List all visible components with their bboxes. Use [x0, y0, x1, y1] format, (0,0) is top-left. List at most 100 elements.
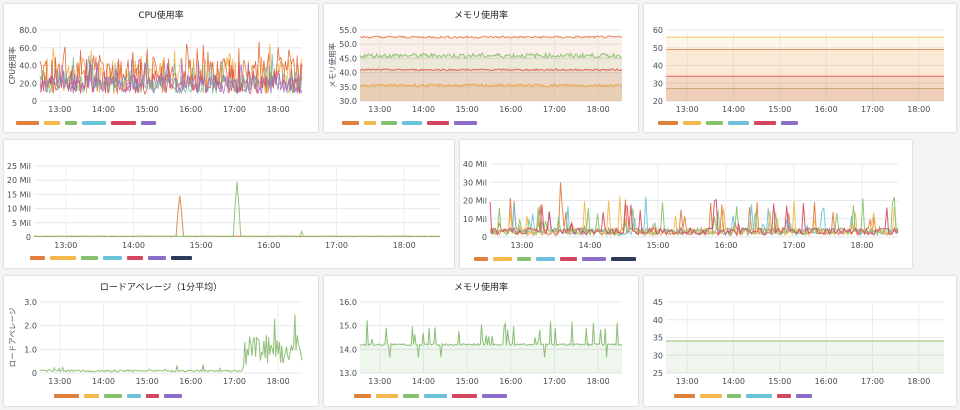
x-tick-label: 17:00 — [861, 377, 884, 386]
legend-swatch[interactable] — [127, 256, 143, 260]
legend-swatch[interactable] — [364, 121, 376, 125]
legend-swatch[interactable] — [796, 394, 812, 398]
y-tick-label: 20 Mil — [7, 176, 31, 185]
legend-swatch[interactable] — [81, 256, 98, 260]
y-tick-label: 20 — [653, 97, 663, 106]
y-tick-label: 35 — [653, 334, 663, 343]
y-tick-label: 30 — [653, 351, 663, 360]
x-tick-label: 18:00 — [267, 377, 290, 386]
legend-swatch[interactable] — [127, 394, 141, 398]
x-tick-label: 14:00 — [412, 105, 435, 114]
legend-swatch[interactable] — [452, 394, 477, 398]
legend-swatch[interactable] — [148, 256, 166, 260]
series-line — [33, 181, 441, 238]
legend-swatch[interactable] — [746, 394, 772, 398]
legend-swatch[interactable] — [30, 256, 45, 260]
load-average-panel[interactable]: ロードアベレージ（1分平均） 0 1.0 2.0 3.0 13:00 14:00 15:00… — [3, 275, 319, 407]
legend-swatch[interactable] — [82, 121, 106, 125]
legend-swatch[interactable] — [658, 121, 678, 125]
y-tick-label: 10 Mil — [463, 215, 487, 224]
x-tick-label: 14:00 — [92, 105, 115, 114]
legend-swatch[interactable] — [65, 121, 77, 125]
legend[interactable] — [474, 256, 636, 262]
legend-swatch[interactable] — [84, 394, 99, 398]
legend-swatch[interactable] — [727, 394, 741, 398]
legend-swatch[interactable] — [141, 121, 156, 125]
memory-chart: 30.0 35.0 40.0 45.0 50.0 55.0 13:00 14:00 15:00 1… — [327, 26, 623, 114]
legend-swatch[interactable] — [674, 394, 695, 398]
misc-panel[interactable]: 25 30 35 40 45 13:00 14:00 15:00 16:00 17:00 18:00 — [643, 275, 957, 407]
legend-swatch[interactable] — [754, 121, 776, 125]
y-tick-label: 20 Mil — [463, 197, 487, 206]
memory-panel-2[interactable]: メモリ使用率 13.0 14.0 15.0 16.0 13:00 14:00 15:00 16… — [323, 275, 639, 407]
legend-swatch[interactable] — [683, 121, 701, 125]
legend-swatch[interactable] — [354, 394, 371, 398]
legend[interactable] — [354, 393, 507, 399]
legend-swatch[interactable] — [482, 394, 507, 398]
disk-io-panel[interactable]: 0 10 Mil 20 Mil 30 Mil 40 Mil 13:00 14:00 15:00… — [459, 139, 913, 269]
series-area — [666, 341, 944, 373]
x-tick-label: 14:00 — [722, 105, 745, 114]
legend-swatch[interactable] — [781, 121, 798, 125]
legend-swatch[interactable] — [427, 121, 449, 125]
disk-panel[interactable]: 20 30 40 50 60 13:00 14:00 15:00 16:00 17:00 18:00 — [643, 3, 957, 133]
legend-swatch[interactable] — [16, 121, 39, 125]
network-chart: 0 5 Mil 10 Mil 15 Mil 20 Mil 25 Mil 13:00 14:00… — [7, 162, 441, 250]
legend-swatch[interactable] — [342, 121, 359, 125]
y-tick-label: 2.0 — [24, 322, 37, 331]
legend-swatch[interactable] — [111, 121, 136, 125]
legend[interactable] — [674, 393, 812, 399]
x-tick-label: 13:00 — [48, 377, 71, 386]
y-tick-label: 45 — [653, 298, 663, 307]
legend-swatch[interactable] — [44, 121, 60, 125]
legend-swatch[interactable] — [474, 257, 488, 261]
legend-swatch[interactable] — [611, 257, 636, 261]
legend-swatch[interactable] — [171, 256, 192, 260]
legend-swatch[interactable] — [493, 257, 512, 261]
legend[interactable] — [658, 120, 798, 126]
x-tick-label: 17:00 — [223, 377, 246, 386]
legend-swatch[interactable] — [164, 394, 182, 398]
legend-swatch[interactable] — [700, 394, 722, 398]
legend-swatch[interactable] — [560, 257, 577, 261]
legend-swatch[interactable] — [403, 394, 419, 398]
legend-swatch[interactable] — [104, 394, 122, 398]
y-tick-label: 15 Mil — [7, 190, 31, 199]
legend-swatch[interactable] — [517, 257, 531, 261]
legend-swatch[interactable] — [728, 121, 749, 125]
legend-swatch[interactable] — [381, 121, 397, 125]
legend-swatch[interactable] — [402, 121, 422, 125]
legend-swatch[interactable] — [103, 256, 122, 260]
legend-swatch[interactable] — [146, 394, 159, 398]
y-tick-label: 35.0 — [339, 83, 357, 92]
legend-swatch[interactable] — [424, 394, 447, 398]
x-tick-label: 15:00 — [456, 105, 479, 114]
legend-swatch[interactable] — [706, 121, 723, 125]
x-tick-label: 17:00 — [325, 241, 348, 250]
legend-swatch[interactable] — [376, 394, 398, 398]
x-tick-label: 17:00 — [543, 377, 566, 386]
legend-swatch[interactable] — [54, 394, 79, 398]
y-tick-label: 0 — [32, 97, 37, 106]
legend-swatch[interactable] — [50, 256, 76, 260]
legend[interactable] — [342, 120, 477, 126]
network-panel[interactable]: 0 5 Mil 10 Mil 15 Mil 20 Mil 25 Mil 13:00 14:00… — [3, 139, 455, 269]
legend-swatch[interactable] — [777, 394, 791, 398]
memory-panel[interactable]: メモリ使用率 30.0 35.0 40.0 45.0 50.0 55.0 13:00 14:0… — [323, 3, 639, 133]
y-tick-label: 40 — [653, 62, 663, 71]
y-tick-label: 3.0 — [24, 298, 37, 307]
x-tick-label: 16:00 — [499, 377, 522, 386]
y-tick-label: 60.0 — [19, 44, 37, 53]
misc-chart: 25 30 35 40 45 13:00 14:00 15:00 16:00 17:00 18:00 — [653, 298, 944, 386]
legend-swatch[interactable] — [454, 121, 477, 125]
x-tick-label: 16:00 — [714, 241, 737, 250]
legend-swatch[interactable] — [582, 257, 606, 261]
legend[interactable] — [30, 255, 192, 261]
legend[interactable] — [54, 393, 182, 399]
y-tick-label: 0 — [482, 233, 487, 242]
cpu-panel[interactable]: CPU使用率 0 20.0 40.0 60.0 80.0 13:00 14:00 15:00 1… — [3, 3, 319, 133]
y-tick-label: 30.0 — [339, 97, 357, 106]
legend-swatch[interactable] — [536, 257, 555, 261]
x-tick-label: 14:00 — [92, 377, 115, 386]
legend[interactable] — [16, 120, 156, 126]
